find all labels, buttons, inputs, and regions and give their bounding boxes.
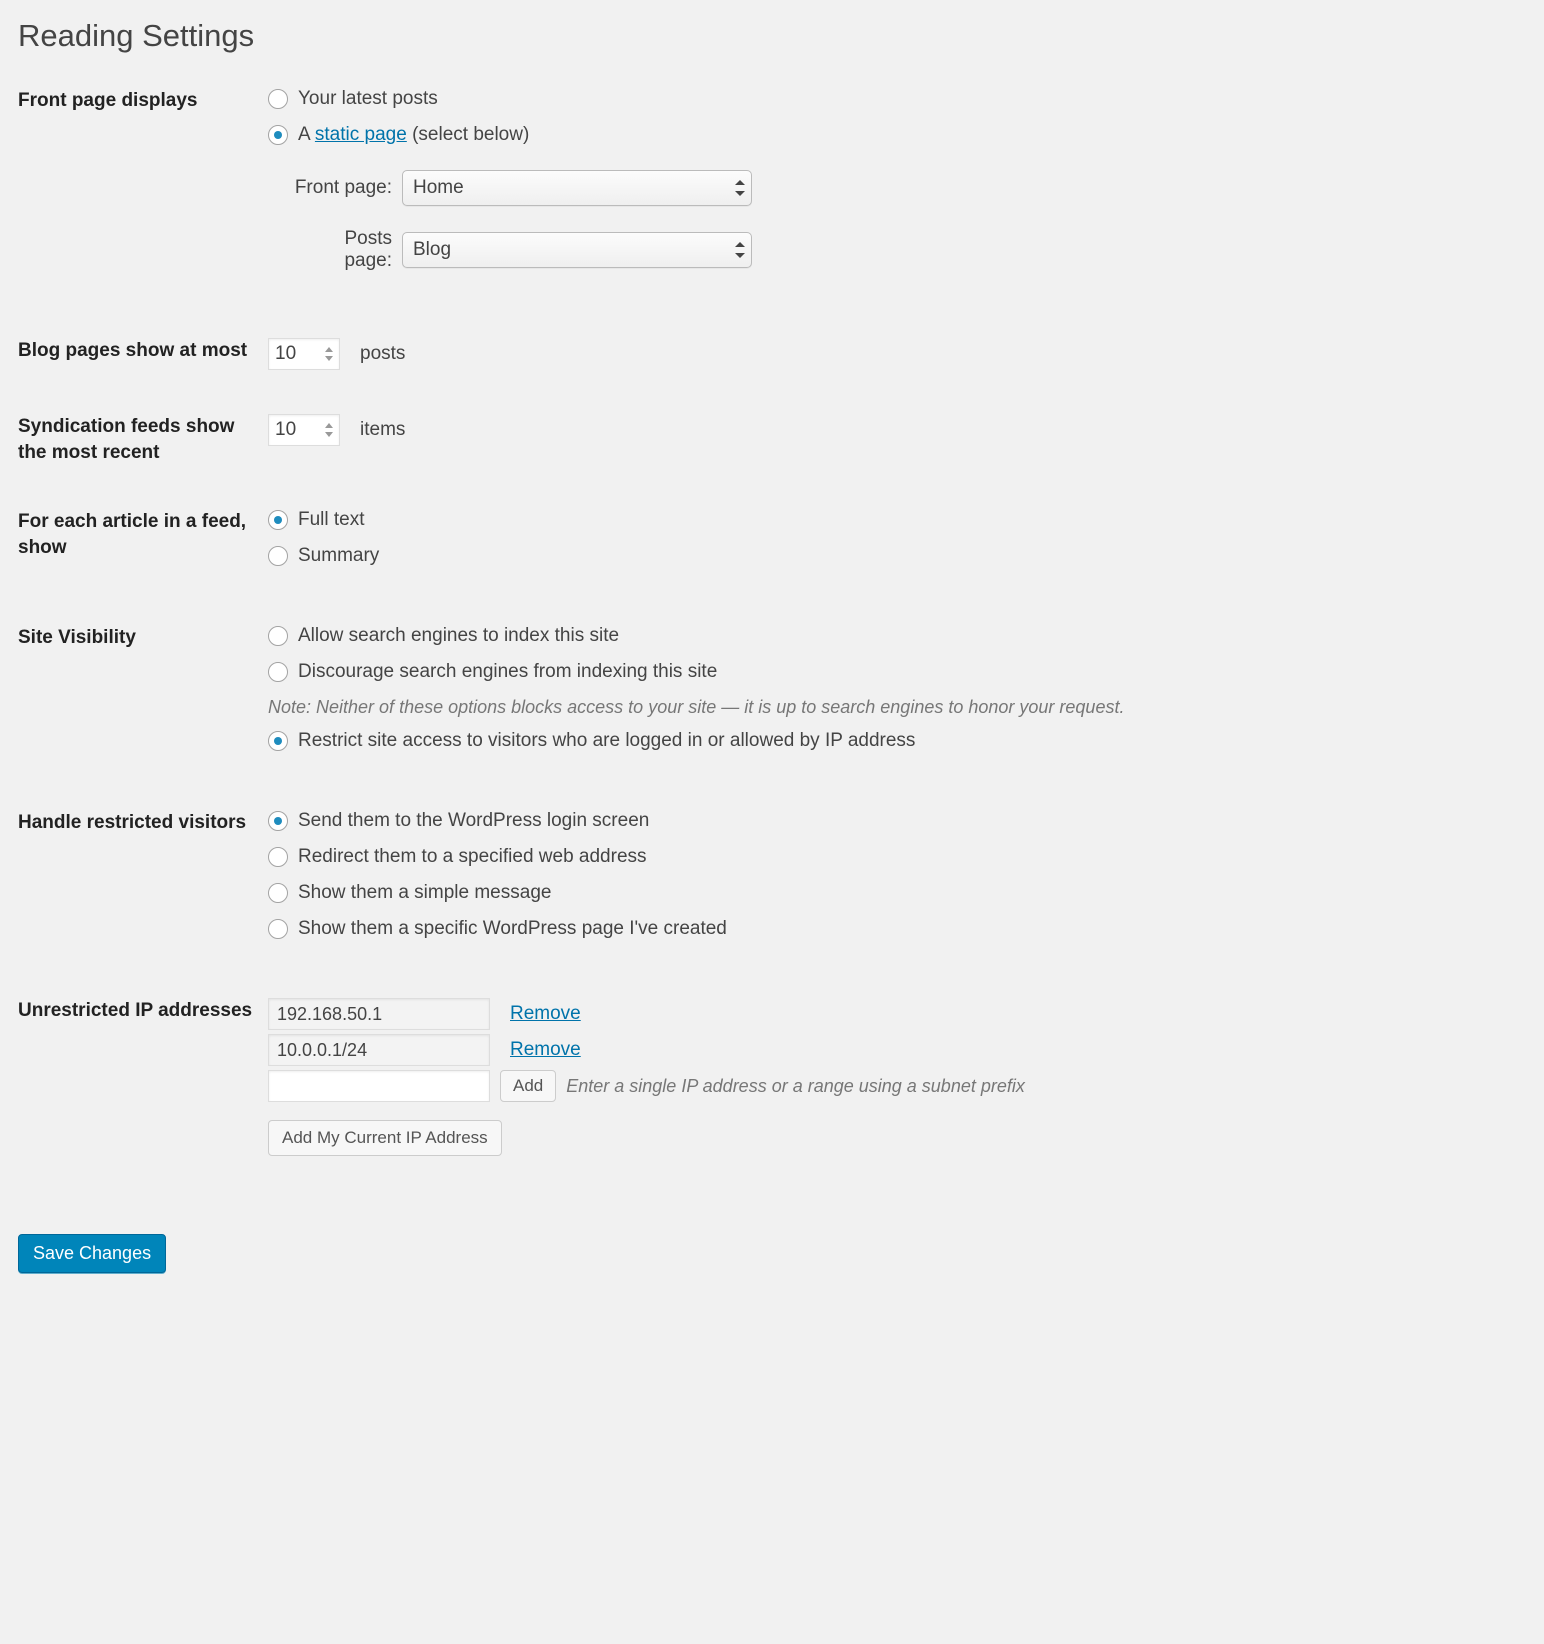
blog-pages-input[interactable]: 10 <box>268 338 340 370</box>
chevron-updown-icon <box>735 242 745 258</box>
syndication-input[interactable]: 10 <box>268 414 340 446</box>
radio-redirect-label: Redirect them to a specified web address <box>298 846 647 868</box>
blog-pages-unit: posts <box>360 343 405 365</box>
radio-wp-page[interactable] <box>268 919 288 939</box>
blog-pages-label: Blog pages show at most <box>18 338 268 364</box>
static-page-link[interactable]: static page <box>315 124 407 145</box>
remove-ip-link[interactable]: Remove <box>510 1003 581 1025</box>
radio-static-page-label: A static page (select below) <box>298 124 529 146</box>
front-page-select-label: Front page: <box>292 177 392 199</box>
radio-latest-posts[interactable] <box>268 89 288 109</box>
radio-summary-label: Summary <box>298 545 379 567</box>
radio-allow-index[interactable] <box>268 626 288 646</box>
handle-restricted-label: Handle restricted visitors <box>18 810 268 836</box>
radio-static-page[interactable] <box>268 125 288 145</box>
radio-full-text-label: Full text <box>298 509 365 531</box>
radio-allow-index-label: Allow search engines to index this site <box>298 625 619 647</box>
stepper-icon <box>325 347 333 361</box>
syndication-label: Syndication feeds show the most recent <box>18 414 268 465</box>
article-feed-label: For each article in a feed, show <box>18 509 268 560</box>
remove-ip-link[interactable]: Remove <box>510 1039 581 1061</box>
ip-input-1[interactable]: 10.0.0.1/24 <box>268 1034 490 1066</box>
site-visibility-label: Site Visibility <box>18 625 268 651</box>
add-current-ip-button[interactable]: Add My Current IP Address <box>268 1120 502 1156</box>
front-page-displays-label: Front page displays <box>18 88 268 114</box>
front-page-select[interactable]: Home <box>402 170 752 206</box>
posts-page-select[interactable]: Blog <box>402 232 752 268</box>
ip-input-0[interactable]: 192.168.50.1 <box>268 998 490 1030</box>
radio-latest-posts-label: Your latest posts <box>298 88 438 110</box>
radio-simple-message[interactable] <box>268 883 288 903</box>
radio-simple-message-label: Show them a simple message <box>298 882 551 904</box>
ip-input-new[interactable] <box>268 1070 490 1102</box>
radio-restrict-access[interactable] <box>268 731 288 751</box>
stepper-icon <box>325 423 333 437</box>
radio-login-screen[interactable] <box>268 811 288 831</box>
ip-hint: Enter a single IP address or a range usi… <box>566 1076 1025 1097</box>
page-title: Reading Settings <box>18 18 1526 54</box>
visibility-note: Note: Neither of these options blocks ac… <box>268 697 1526 718</box>
save-changes-button[interactable]: Save Changes <box>18 1234 166 1273</box>
radio-full-text[interactable] <box>268 510 288 530</box>
radio-restrict-access-label: Restrict site access to visitors who are… <box>298 730 915 752</box>
chevron-updown-icon <box>735 180 745 196</box>
unrestricted-ip-label: Unrestricted IP addresses <box>18 998 268 1024</box>
syndication-unit: items <box>360 419 405 441</box>
radio-discourage-index[interactable] <box>268 662 288 682</box>
add-ip-button[interactable]: Add <box>500 1070 556 1102</box>
radio-login-screen-label: Send them to the WordPress login screen <box>298 810 649 832</box>
radio-discourage-index-label: Discourage search engines from indexing … <box>298 661 717 683</box>
radio-redirect[interactable] <box>268 847 288 867</box>
radio-wp-page-label: Show them a specific WordPress page I've… <box>298 918 727 940</box>
radio-summary[interactable] <box>268 546 288 566</box>
posts-page-select-label: Posts page: <box>292 228 392 272</box>
